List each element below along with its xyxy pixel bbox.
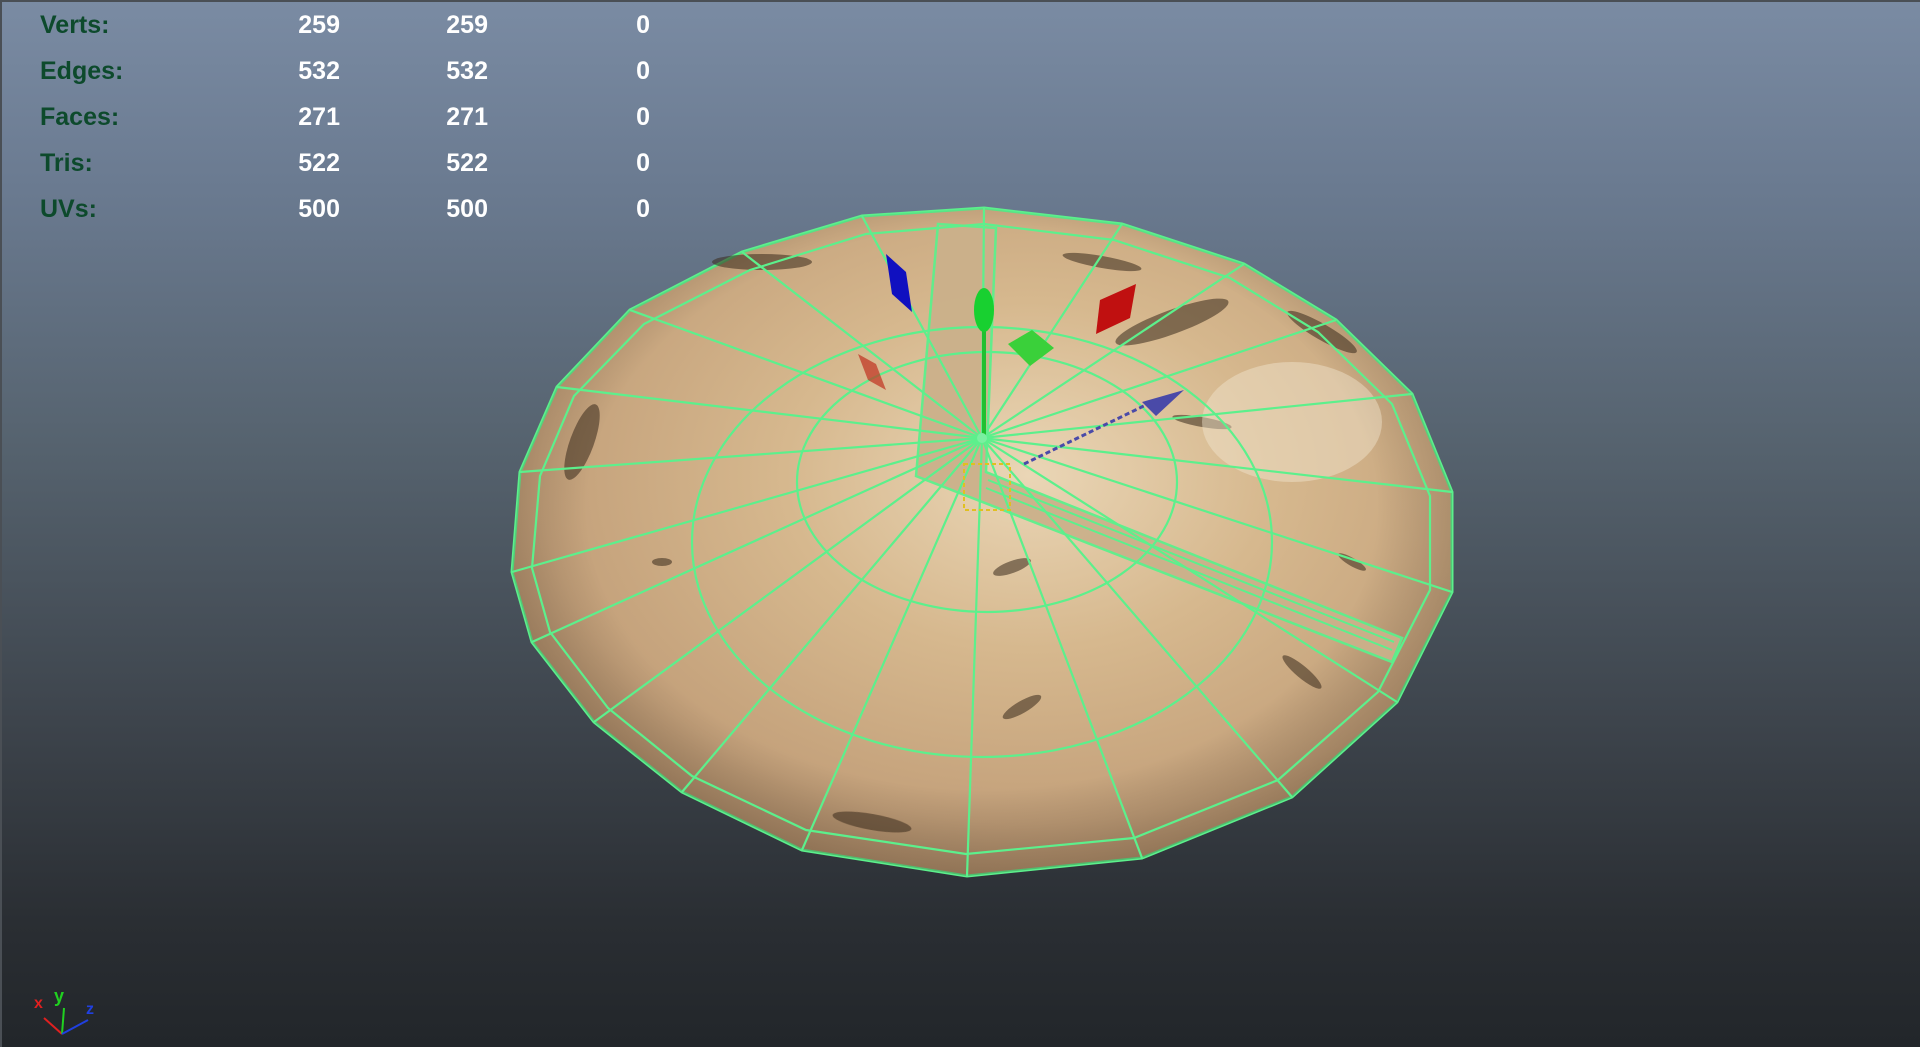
hud-value: 500	[446, 195, 488, 223]
hud-value: 522	[298, 149, 340, 177]
x-axis-line	[43, 1017, 63, 1035]
y-axis-cone[interactable]	[974, 288, 994, 332]
hud-label: Faces:	[40, 103, 120, 131]
hud-label: Edges:	[40, 57, 124, 85]
hud-value: 271	[298, 103, 340, 131]
hud-row-uvs: UVs: 500 500 0	[40, 186, 650, 232]
hud-value: 259	[298, 11, 340, 39]
hud-value: 0	[636, 195, 650, 223]
pivot-point[interactable]	[977, 433, 987, 443]
hud-label: Tris:	[40, 149, 93, 177]
hud-value: 0	[636, 149, 650, 177]
hud-row-verts: Verts: 259 259 0	[40, 2, 650, 48]
surface-highlight	[1202, 362, 1382, 482]
hud-row-edges: Edges: 532 532 0	[40, 48, 650, 94]
z-axis-label: z	[86, 1001, 94, 1018]
hud-value: 500	[298, 195, 340, 223]
poly-count-hud: Verts: 259 259 0 Edges: 532 532 0 Faces: 271 271 0 T…	[40, 2, 650, 232]
hud-value: 0	[636, 57, 650, 85]
hud-value: 522	[446, 149, 488, 177]
hud-row-tris: Tris: 522 522 0	[40, 140, 650, 186]
y-axis-line	[61, 1007, 65, 1035]
view-axis-indicator: x y z	[34, 986, 94, 1035]
hud-value: 0	[636, 103, 650, 131]
hud-label: Verts:	[40, 11, 110, 39]
hud-label: UVs:	[40, 195, 97, 223]
hud-row-faces: Faces: 271 271 0	[40, 94, 650, 140]
hud-value: 0	[636, 11, 650, 39]
y-axis-label: y	[54, 986, 64, 1006]
hud-value: 532	[298, 57, 340, 85]
maya-viewport[interactable]: Verts: 259 259 0 Edges: 532 532 0 Faces: 271 271 0 T…	[0, 0, 1920, 1047]
x-axis-label: x	[34, 995, 43, 1012]
hud-value: 271	[446, 103, 488, 131]
z-axis-line	[61, 1019, 89, 1035]
hud-value: 532	[446, 57, 488, 85]
hud-value: 259	[446, 11, 488, 39]
